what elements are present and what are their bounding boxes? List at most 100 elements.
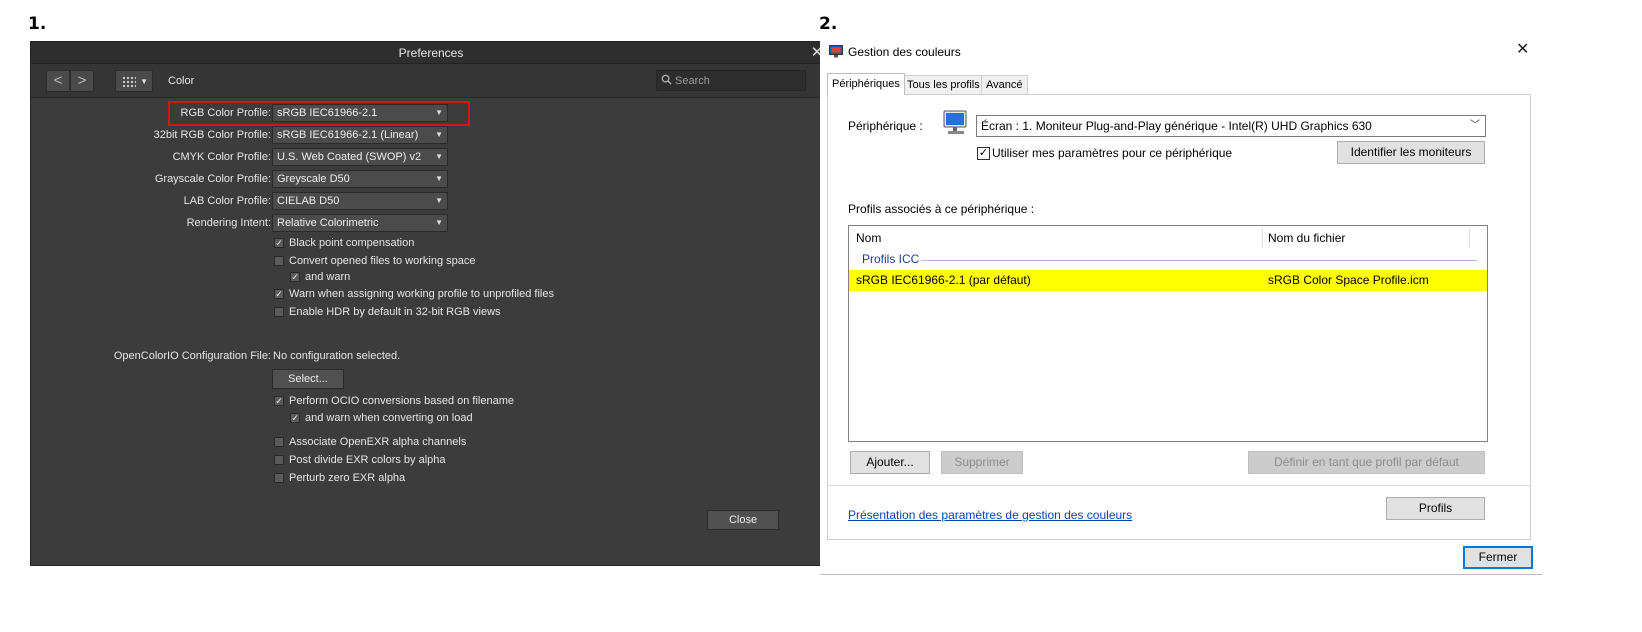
back-button[interactable]: < (46, 70, 70, 92)
identify-monitors-button[interactable]: Identifier les moniteurs (1337, 141, 1485, 164)
group-header: Profils ICC (862, 252, 920, 266)
device-label: Périphérique : (848, 119, 923, 133)
sections-menu-button[interactable]: ▼ (115, 70, 153, 92)
perturb-alpha-label: Perturb zero EXR alpha (289, 472, 406, 484)
post-divide-label: Post divide EXR colors by alpha (289, 454, 446, 466)
select-config-button[interactable]: Select... (272, 369, 344, 389)
rendering-intent-dropdown[interactable]: Relative Colorimetric ▼ (272, 214, 448, 232)
warn-assigning-label: Warn when assigning working profile to u… (289, 288, 554, 300)
monitor-device-icon (943, 110, 967, 134)
table-row[interactable]: sRGB IEC61966-2.1 (par défaut) sRGB Colo… (849, 270, 1487, 291)
grayscale-profile-dropdown[interactable]: Greyscale D50 ▼ (272, 170, 448, 188)
and-warn-label: and warn (305, 271, 351, 283)
caret-down-icon: ▼ (435, 152, 443, 161)
lab-profile-dropdown[interactable]: CIELAB D50 ▼ (272, 192, 448, 210)
caret-down-icon: ▼ (435, 130, 443, 139)
section-title: Color (168, 75, 195, 87)
devices-panel: Périphérique : Écran : 1. Moniteur Plug-… (827, 94, 1531, 540)
chevron-down-icon: ﹀ (1470, 120, 1480, 131)
tab-advanced[interactable]: Avancé (981, 75, 1028, 95)
checkmark-icon: ✓ (290, 413, 300, 423)
tab-devices[interactable]: Périphériques (827, 73, 905, 95)
chevron-left-icon: < (53, 72, 63, 89)
title-bar: Preferences ✕ (31, 42, 831, 64)
caret-down-icon: ▼ (435, 196, 443, 205)
window-bottom-edge (820, 574, 1542, 575)
profile-name-cell: sRGB IEC61966-2.1 (par défaut) (856, 273, 1031, 287)
tab-all-profiles[interactable]: Tous les profils (902, 75, 985, 95)
grayscale-profile-value: Greyscale D50 (277, 173, 350, 185)
black-point-label: Black point compensation (289, 237, 415, 249)
preferences-window: Preferences ✕ < > ▼ Color RGB Color Prof… (30, 41, 832, 566)
chevron-right-icon: > (77, 72, 87, 89)
rgb32-profile-dropdown[interactable]: sRGB IEC61966-2.1 (Linear) ▼ (272, 126, 448, 144)
lab-profile-value: CIELAB D50 (277, 195, 340, 207)
exr-alpha-label: Associate OpenEXR alpha channels (289, 436, 467, 448)
column-divider[interactable] (1469, 228, 1470, 248)
fermer-button[interactable]: Fermer (1463, 546, 1533, 569)
column-divider[interactable] (1262, 228, 1263, 248)
warn-on-load-label: and warn when converting on load (305, 412, 473, 424)
lab-profile-row: LAB Color Profile: CIELAB D50 ▼ (31, 192, 451, 210)
remove-button[interactable]: Supprimer (941, 451, 1023, 474)
rendering-intent-label: Rendering Intent: (186, 217, 271, 229)
grid-icon (122, 76, 136, 87)
checkbox-icon (274, 307, 284, 317)
set-default-button[interactable]: Définir en tant que profil par défaut (1248, 451, 1485, 474)
highlight-annotation (168, 101, 470, 126)
window-title: Gestion des couleurs (848, 45, 961, 59)
column-header-name[interactable]: Nom (856, 226, 881, 250)
overview-link[interactable]: Présentation des paramètres de gestion d… (848, 508, 1132, 523)
lab-profile-label: LAB Color Profile: (183, 195, 271, 207)
cmyk-profile-dropdown[interactable]: U.S. Web Coated (SWOP) v2 ▼ (272, 148, 448, 166)
profiles-button[interactable]: Profils (1386, 497, 1485, 520)
monitor-icon (829, 45, 843, 58)
checkmark-icon: ✓ (978, 147, 989, 159)
close-button[interactable]: Close (707, 510, 779, 530)
device-dropdown[interactable]: Écran : 1. Moniteur Plug-and-Play généri… (976, 115, 1486, 137)
cmyk-profile-value: U.S. Web Coated (SWOP) v2 (277, 151, 422, 163)
rgb32-profile-row: 32bit RGB Color Profile: sRGB IEC61966-2… (31, 126, 451, 144)
grayscale-profile-row: Grayscale Color Profile: Greyscale D50 ▼ (31, 170, 451, 188)
panel-label-1: 1. (28, 14, 47, 34)
profiles-list[interactable]: Nom Nom du fichier Profils ICC sRGB IEC6… (848, 225, 1488, 442)
rendering-intent-value: Relative Colorimetric (277, 217, 379, 229)
use-settings-checkbox[interactable]: ✓ (977, 147, 990, 160)
color-management-window: Gestion des couleurs ✕ Périphériques Tou… (820, 38, 1642, 578)
checkbox-icon (274, 437, 284, 447)
toolbar: < > ▼ Color (31, 64, 831, 98)
panel-label-2: 2. (819, 14, 838, 34)
divider (828, 485, 1530, 486)
checkbox-icon (274, 455, 284, 465)
ocio-config-row: OpenColorIO Configuration File: No confi… (31, 347, 451, 365)
profile-file-cell: sRGB Color Space Profile.icm (1268, 273, 1429, 287)
device-value: Écran : 1. Moniteur Plug-and-Play généri… (981, 119, 1372, 133)
rendering-intent-row: Rendering Intent: Relative Colorimetric ▼ (31, 214, 451, 232)
close-icon[interactable]: ✕ (1516, 42, 1529, 58)
checkmark-icon: ✓ (290, 272, 300, 282)
ocio-config-label: OpenColorIO Configuration File: (113, 350, 271, 362)
profiles-heading: Profils associés à ce périphérique : (848, 202, 1035, 216)
window-title: Preferences (398, 46, 464, 60)
ocio-config-value: No configuration selected. (273, 350, 401, 362)
search-field[interactable] (656, 70, 806, 91)
caret-down-icon: ▼ (140, 77, 148, 86)
add-button[interactable]: Ajouter... (850, 451, 930, 474)
caret-down-icon: ▼ (435, 174, 443, 183)
enable-hdr-label: Enable HDR by default in 32-bit RGB view… (289, 306, 501, 318)
checkmark-icon: ✓ (274, 289, 284, 299)
search-icon (661, 74, 672, 85)
rgb32-profile-value: sRGB IEC61966-2.1 (Linear) (277, 129, 419, 141)
cmyk-profile-label: CMYK Color Profile: (172, 151, 271, 163)
grayscale-profile-label: Grayscale Color Profile: (154, 173, 271, 185)
search-input[interactable] (675, 72, 803, 89)
use-settings-label: Utiliser mes paramètres pour ce périphér… (992, 146, 1233, 160)
convert-files-label: Convert opened files to working space (289, 255, 476, 267)
checkmark-icon: ✓ (274, 238, 284, 248)
checkbox-icon (274, 473, 284, 483)
column-header-filename[interactable]: Nom du fichier (1268, 226, 1345, 250)
checkmark-icon: ✓ (274, 396, 284, 406)
forward-button[interactable]: > (70, 70, 94, 92)
ocio-conversions-label: Perform OCIO conversions based on filena… (289, 395, 514, 407)
rgb32-profile-label: 32bit RGB Color Profile: (153, 129, 271, 141)
